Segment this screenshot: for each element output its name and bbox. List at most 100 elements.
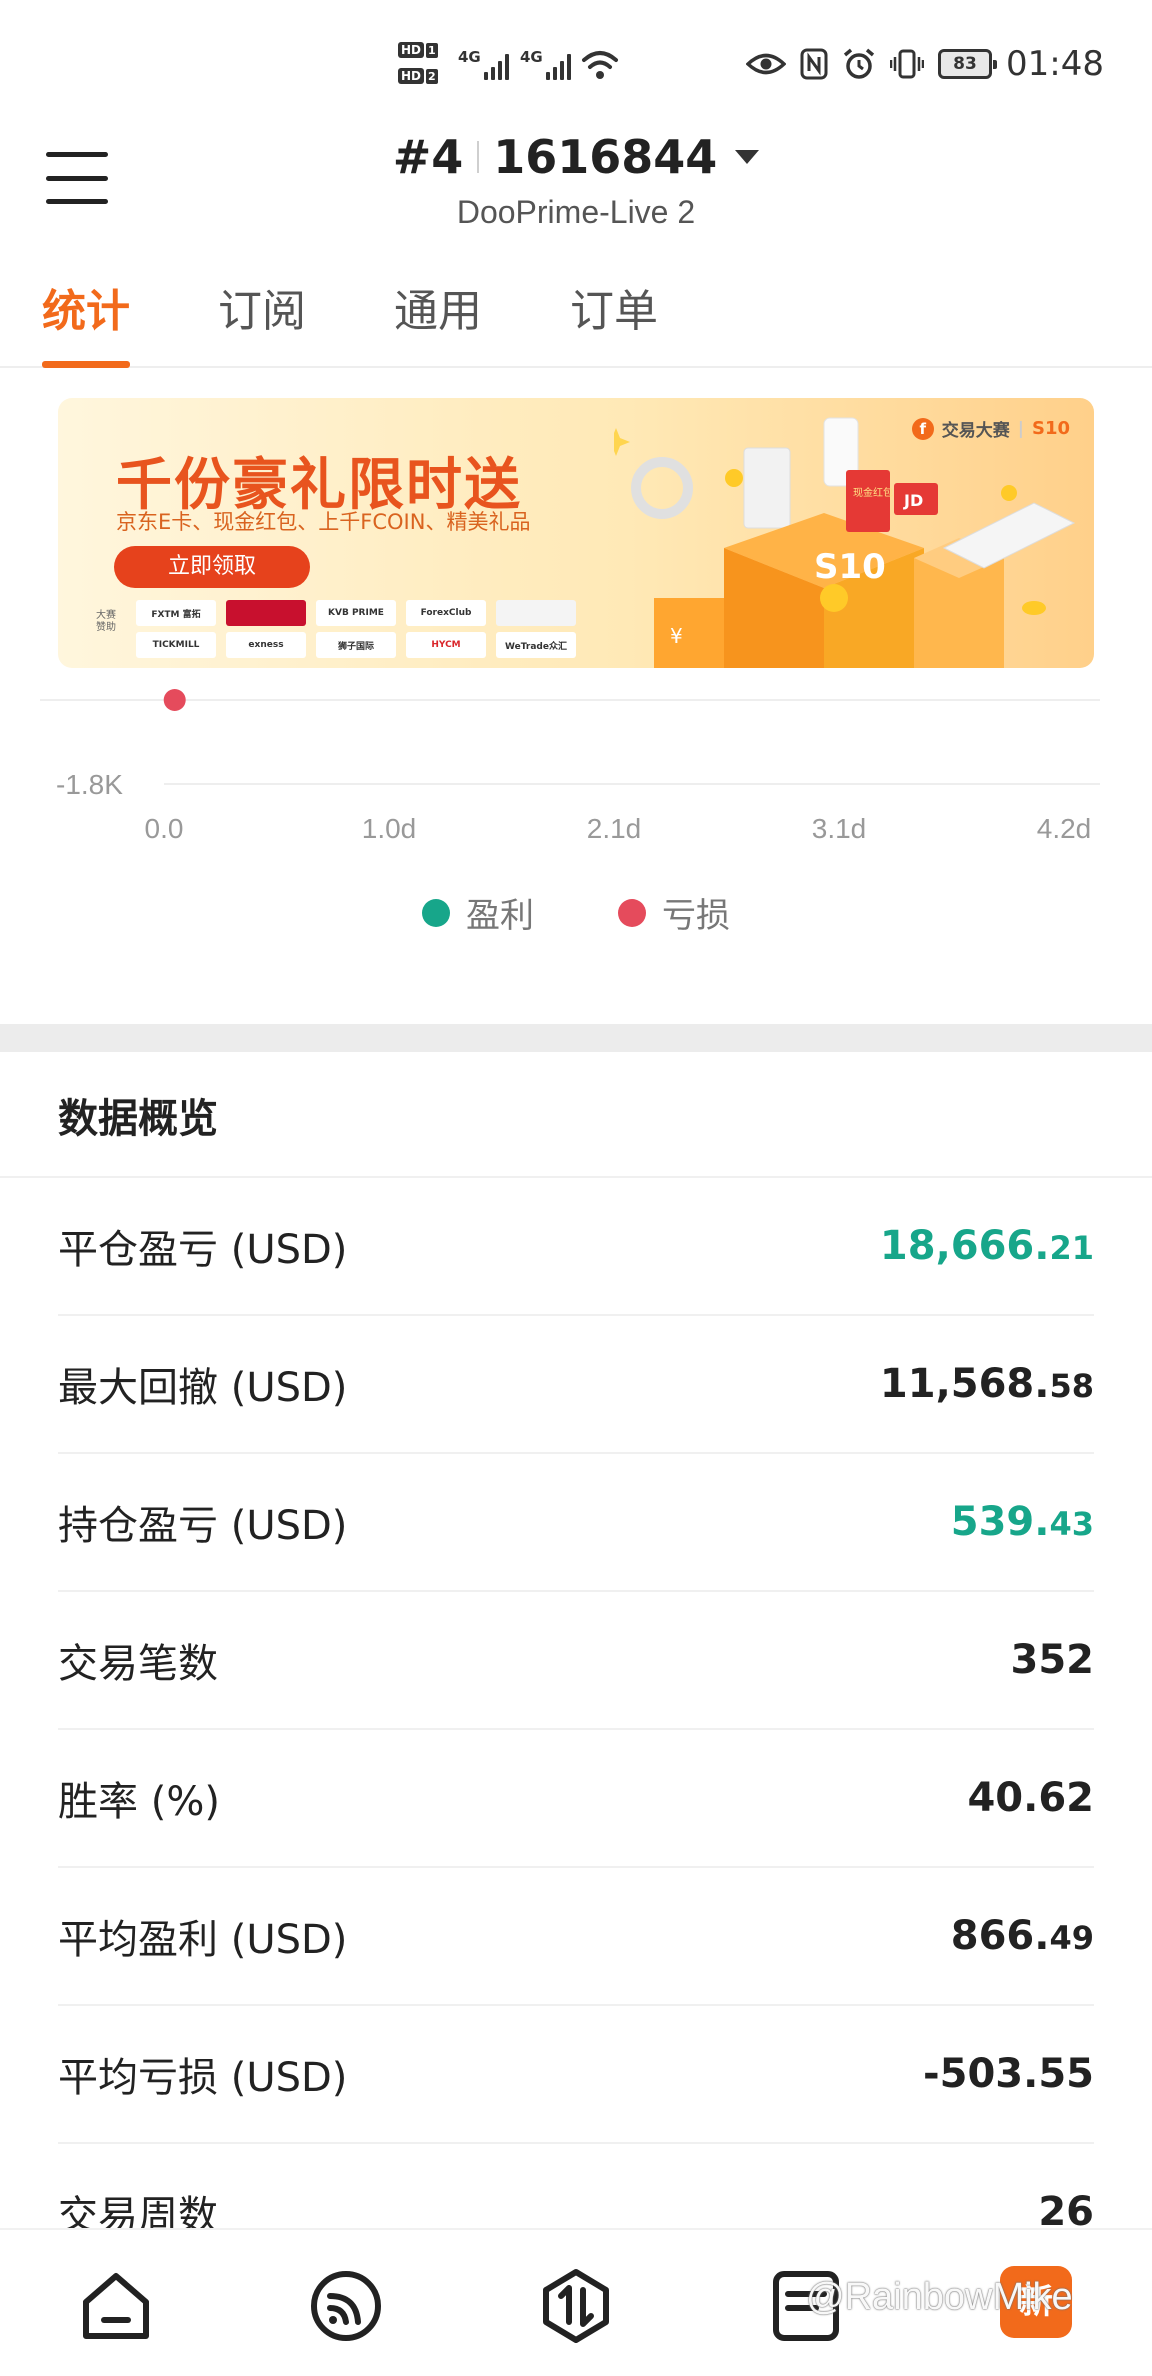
overview-row-label: 平均亏损 (USD)	[58, 2055, 348, 2101]
overview-row-value: 11,568.58	[880, 1361, 1094, 1407]
sponsor-logos: FXTM 富拓 KVB PRIME ForexClub TICKMILL exn…	[136, 600, 576, 658]
value-integer: 11,568.	[879, 1361, 1050, 1407]
overview-row: 平均盈利 (USD) 866.49	[58, 1868, 1094, 2006]
overview-row: 持仓盈亏 (USD) 539.43	[58, 1454, 1094, 1592]
sponsor-logo: KVB PRIME	[316, 600, 396, 626]
sponsor-logo: TICKMILL	[136, 632, 216, 658]
claim-button[interactable]: 立即领取	[114, 546, 310, 588]
gift-boxes-illustration: S10 ¥ 现金红包 JD	[614, 417, 1076, 668]
value-decimal: 43	[1049, 1505, 1094, 1543]
sponsor-logo: exness	[226, 632, 306, 658]
sponsor-logo: HYCM	[406, 632, 486, 658]
overview-row-value: 18,666.21	[880, 1223, 1094, 1269]
overview-row: 胜率 (%) 40.62	[58, 1730, 1094, 1868]
home-icon[interactable]	[76, 2266, 156, 2346]
value-integer: -503.55	[923, 2051, 1094, 2097]
value-integer: 40.62	[967, 1775, 1094, 1821]
value-decimal: 58	[1049, 1367, 1094, 1405]
signal-icon	[546, 52, 571, 80]
server-name: DooPrime-Live 2	[456, 194, 696, 230]
overview-row-value: 40.62	[967, 1775, 1094, 1821]
section-divider	[0, 1024, 1152, 1052]
sim2-tag: HD 2	[398, 64, 450, 88]
chart-legend: 盈利 亏损	[0, 888, 1152, 937]
watermark: @RainbowMike	[806, 2276, 1073, 2318]
clock: 01:48	[1006, 44, 1104, 84]
overview-list: 平仓盈亏 (USD) 18,666.21 最大回撤 (USD) 11,568.58 持仓…	[58, 1178, 1094, 2282]
overview-row-value: 539.43	[951, 1499, 1094, 1545]
yen-label: ¥	[670, 624, 683, 648]
sponsor-logo	[226, 600, 306, 626]
account-separator	[477, 141, 480, 173]
overview-row-label: 交易笔数	[58, 1641, 218, 1687]
profit-dot-icon	[422, 898, 450, 927]
account-number: #4	[392, 130, 464, 184]
y-tick-label: -1.8K	[56, 769, 123, 800]
tab-general[interactable]: 通用	[394, 270, 482, 368]
promo-banner[interactable]: 千份豪礼限时送 京东E卡、现金红包、上千FCOIN、精美礼品 立即领取 大赛赞助…	[58, 398, 1094, 668]
hd-badge: HD	[398, 68, 425, 84]
x-tick-label: 4.2d	[1037, 813, 1092, 844]
wifi-icon	[582, 51, 618, 79]
signal-feed-icon[interactable]	[306, 2266, 386, 2346]
value-integer: 352	[1010, 1637, 1095, 1683]
legend-label: 亏损	[662, 896, 730, 936]
account-id: 1616844	[493, 130, 718, 184]
loss-dot-icon	[618, 898, 646, 927]
caret-down-icon[interactable]	[735, 150, 760, 164]
sim-indicators: HD 1 HD 2	[398, 38, 450, 90]
account-selector[interactable]: #4 1616844 DooPrime-Live 2	[0, 130, 1152, 231]
sim-slot: 2	[426, 68, 438, 84]
x-tick-label: 2.1d	[587, 813, 642, 844]
sim-slot: 1	[426, 42, 438, 58]
nfc-icon	[800, 48, 828, 80]
overview-row-label: 平仓盈亏 (USD)	[58, 1227, 348, 1273]
overview-row-label: 胜率 (%)	[58, 1779, 220, 1825]
hd-badge: HD	[398, 42, 425, 58]
x-tick-label: 3.1d	[812, 813, 867, 844]
value-integer: 18,666.	[879, 1223, 1050, 1269]
overview-row-value: 866.49	[951, 1913, 1094, 1959]
status-bar: HD 1 HD 2 4G 4G 83 01:48	[0, 0, 1152, 130]
tab-statistics[interactable]: 统计	[42, 270, 130, 368]
value-integer: 539.	[950, 1499, 1050, 1545]
x-tick-label: 0.0	[145, 813, 184, 844]
trade-icon[interactable]	[536, 2266, 616, 2346]
x-tick-label: 1.0d	[362, 813, 417, 844]
network-type: 4G	[520, 48, 543, 66]
tab-bar: 统计 订阅 通用 订单	[0, 270, 1152, 368]
signal-icon	[484, 52, 509, 80]
overview-row-label: 持仓盈亏 (USD)	[58, 1503, 348, 1549]
tab-orders[interactable]: 订单	[570, 270, 658, 368]
banner-subtitle: 京东E卡、现金红包、上千FCOIN、精美礼品	[116, 510, 531, 534]
value-decimal: 49	[1049, 1919, 1094, 1957]
overview-row: 交易笔数 352	[58, 1592, 1094, 1730]
overview-row: 最大回撤 (USD) 11,568.58	[58, 1316, 1094, 1454]
overview-row: 平均亏损 (USD) -503.55	[58, 2006, 1094, 2144]
sponsor-label: 大赛赞助	[96, 610, 116, 633]
sim1-tag: HD 1	[398, 38, 450, 62]
chart-point	[163, 689, 186, 711]
tab-subscriptions[interactable]: 订阅	[218, 270, 306, 368]
battery-indicator: 83	[938, 49, 998, 79]
sponsor-logo: ForexClub	[406, 600, 486, 626]
box-label: S10	[814, 547, 886, 587]
sponsor-logo: FXTM 富拓	[136, 600, 216, 626]
status-right: 83 01:48	[746, 44, 1104, 84]
legend-item-profit[interactable]: 盈利	[422, 888, 534, 937]
red-envelope-label: 现金红包	[853, 486, 893, 499]
overview-title: 数据概览	[58, 1096, 218, 1142]
sponsor-logo	[496, 600, 576, 626]
overview-row-label: 平均盈利 (USD)	[58, 1917, 348, 1963]
overview-row-label: 最大回撤 (USD)	[58, 1365, 348, 1411]
sponsor-logo: WeTrade众汇	[496, 632, 576, 658]
profit-loss-chart: -1.8K 0.0 1.0d 2.1d 3.1d 4.2d	[40, 689, 1100, 844]
legend-label: 盈利	[466, 896, 534, 936]
legend-item-loss[interactable]: 亏损	[618, 888, 730, 937]
vibrate-icon	[890, 49, 925, 79]
network-type: 4G	[458, 48, 481, 66]
overview-row-value: 352	[1011, 1637, 1095, 1683]
eye-icon	[746, 53, 787, 75]
jd-card-label: JD	[903, 491, 923, 510]
overview-row-value: -503.55	[923, 2051, 1094, 2097]
